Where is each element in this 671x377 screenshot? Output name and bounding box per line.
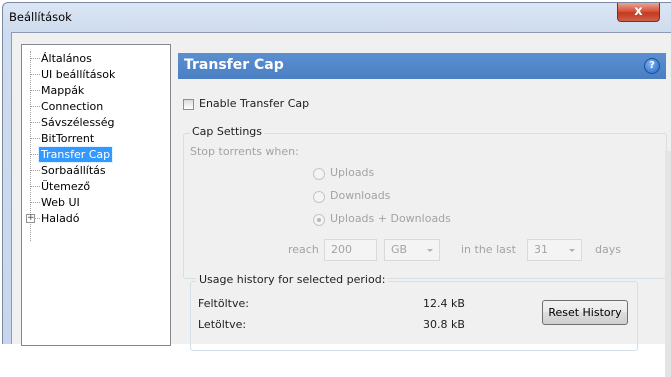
tree-item-transfer-cap[interactable]: Transfer Cap: [22, 146, 170, 163]
tree-item-label: UI beállítások: [41, 68, 116, 81]
days-select-value: 31: [534, 243, 548, 256]
tree-item-utemezo[interactable]: Ütemező: [22, 179, 170, 194]
window-title: Beállítások: [9, 10, 72, 24]
tree-item-label: Transfer Cap: [37, 146, 114, 163]
reach-label: reach: [288, 243, 319, 256]
panel-edge: [665, 151, 671, 377]
unit-select[interactable]: GB: [384, 239, 440, 261]
uploads-downloads-radio[interactable]: [313, 214, 325, 226]
tree-item-mappak[interactable]: Mappák: [22, 83, 170, 98]
help-icon[interactable]: ?: [644, 58, 660, 74]
days-select[interactable]: 31: [527, 239, 582, 261]
tree-item-halado[interactable]: + Haladó: [22, 211, 170, 226]
tree-item-bittorrent[interactable]: BitTorrent: [22, 131, 170, 146]
tree-item-label: Sorbaállítás: [41, 164, 106, 177]
days-label: days: [595, 243, 621, 256]
reach-amount-input[interactable]: 200: [324, 239, 377, 261]
downloads-radio[interactable]: [313, 191, 325, 203]
enable-transfer-cap-label[interactable]: Enable Transfer Cap: [199, 97, 309, 110]
unit-select-value: GB: [391, 243, 408, 256]
stop-torrents-label: Stop torrents when:: [190, 145, 299, 158]
title-bar[interactable]: Beállítások x: [3, 3, 671, 31]
tree-item-label: Connection: [41, 100, 104, 113]
uploaded-value: 12.4 kB: [423, 297, 465, 310]
tree-item-savszelesseg[interactable]: Sávszélesség: [22, 115, 170, 130]
uploads-radio[interactable]: [313, 168, 325, 180]
tree-item-label: BitTorrent: [41, 132, 95, 145]
tree-item-connection[interactable]: Connection: [22, 99, 170, 114]
in-the-last-label: in the last: [461, 243, 516, 256]
tree-item-label: Általános: [41, 52, 92, 65]
tree-item-sorbaallitas[interactable]: Sorbaállítás: [22, 163, 170, 178]
settings-tree[interactable]: Általános UI beállítások Mappák Connecti…: [21, 44, 171, 346]
tree-item-altalanos[interactable]: Általános: [22, 51, 170, 66]
close-button[interactable]: x: [617, 3, 660, 22]
chevron-down-icon: [427, 249, 433, 252]
tree-item-label: Web UI: [41, 196, 80, 209]
downloads-radio-label[interactable]: Downloads: [330, 189, 390, 202]
downloaded-label: Letöltve:: [198, 318, 247, 331]
chevron-down-icon: [569, 249, 575, 252]
tree-item-ui-beallitasok[interactable]: UI beállítások: [22, 67, 170, 82]
section-header: Transfer Cap ?: [178, 53, 666, 79]
downloaded-value: 30.8 kB: [423, 318, 465, 331]
tree-item-label: Ütemező: [41, 180, 91, 193]
dialog-client-area: Általános UI beállítások Mappák Connecti…: [11, 32, 671, 377]
tree-item-label: Haladó: [41, 212, 80, 225]
reset-history-button[interactable]: Reset History: [542, 300, 628, 325]
tree-item-label: Sávszélesség: [41, 116, 115, 129]
tree-item-web-ui[interactable]: Web UI: [22, 195, 170, 210]
uploaded-label: Feltöltve:: [198, 297, 249, 310]
cap-settings-label: Cap Settings: [190, 125, 265, 138]
close-icon: x: [634, 4, 643, 19]
settings-window: Beállítások x Általános UI beállítások M…: [2, 2, 671, 377]
uploads-radio-label[interactable]: Uploads: [330, 166, 374, 179]
uploads-downloads-radio-label[interactable]: Uploads + Downloads: [330, 212, 451, 225]
tree-item-label: Mappák: [41, 84, 85, 97]
usage-history-label: Usage history for selected period:: [196, 273, 389, 286]
section-title: Transfer Cap: [184, 57, 284, 73]
enable-transfer-cap-checkbox[interactable]: [183, 99, 194, 110]
